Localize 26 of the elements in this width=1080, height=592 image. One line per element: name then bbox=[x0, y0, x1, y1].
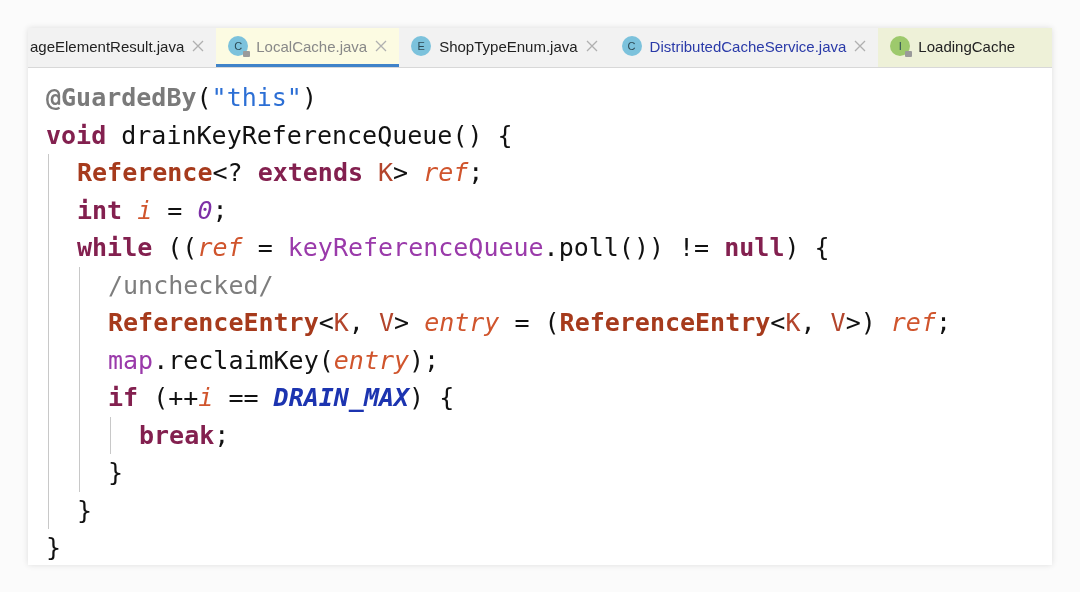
code-line: while ((ref = keyReferenceQueue.poll()) != null) { bbox=[77, 232, 831, 264]
code-line: void drainKeyReferenceQueue() { bbox=[46, 119, 514, 152]
code-line: } bbox=[46, 532, 63, 564]
close-icon[interactable] bbox=[192, 40, 205, 52]
close-icon[interactable] bbox=[375, 40, 388, 52]
editor-tab[interactable]: E ShopTypeEnum.java bbox=[399, 28, 610, 67]
editor-tab[interactable]: C LocalCache.java bbox=[216, 28, 400, 67]
close-icon[interactable] bbox=[585, 40, 598, 52]
code-line: } bbox=[108, 457, 125, 489]
code-line: break; bbox=[139, 419, 231, 452]
editor-tab[interactable]: ageElementResult.java bbox=[28, 28, 217, 67]
class-icon: C bbox=[228, 36, 249, 56]
editor-tab[interactable]: I LoadingCache bbox=[878, 28, 1052, 67]
class-icon: C bbox=[621, 36, 642, 56]
code-line: if (++i == DRAIN_MAX) { bbox=[108, 382, 456, 414]
class-icon: E bbox=[411, 36, 432, 56]
code-line: @GuardedBy("this") bbox=[46, 82, 318, 114]
code-line: Reference<? extends K> ref; bbox=[77, 157, 485, 189]
code-line: } bbox=[77, 494, 94, 527]
code-line: ReferenceEntry<K, V> entry = (ReferenceEntry<K, V>) ref; bbox=[108, 307, 952, 339]
editor-tab[interactable]: C DistributedCacheService.java bbox=[609, 28, 879, 67]
close-icon[interactable] bbox=[854, 40, 867, 52]
code-line: int i = 0; bbox=[77, 194, 229, 227]
code-line: /unchecked/ bbox=[108, 269, 275, 302]
code-line: map.reclaimKey(entry); bbox=[108, 344, 441, 377]
class-icon: I bbox=[890, 36, 911, 56]
